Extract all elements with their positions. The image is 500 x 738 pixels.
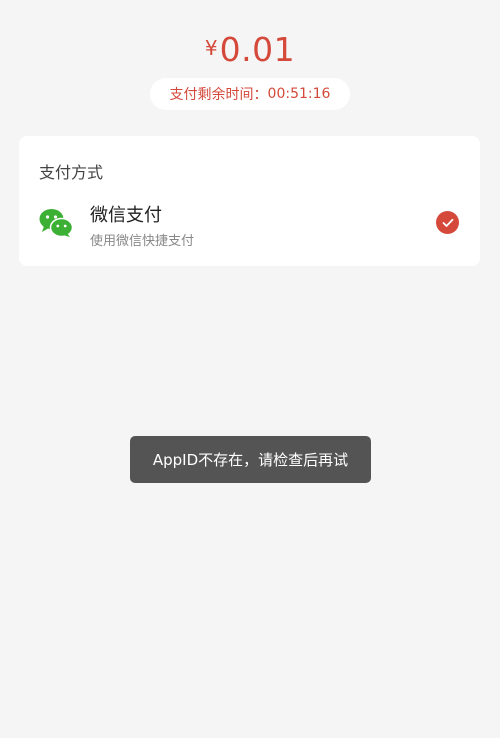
card-title: 支付方式 [39, 163, 104, 182]
currency-symbol: ¥ [204, 36, 218, 60]
payment-methods-card: 支付方式 微信支付 使用微信快捷支付 [19, 136, 480, 266]
timer-label: 支付剩余时间： [169, 87, 268, 103]
error-toast: AppID不存在，请检查后再试 [130, 436, 371, 483]
timer-value: 00:51:16 [267, 86, 331, 102]
method-name: 微信支付 [90, 205, 162, 226]
toast-message: AppID不存在，请检查后再试 [152, 451, 349, 469]
wechat-icon [39, 209, 73, 238]
payment-timer: 支付剩余时间： 00:51:16 [150, 78, 350, 110]
method-description: 使用微信快捷支付 [90, 234, 195, 249]
selected-check-icon[interactable] [436, 211, 459, 234]
amount-value: 0.01 [219, 30, 296, 69]
payment-amount: ¥0.01 [0, 30, 500, 69]
